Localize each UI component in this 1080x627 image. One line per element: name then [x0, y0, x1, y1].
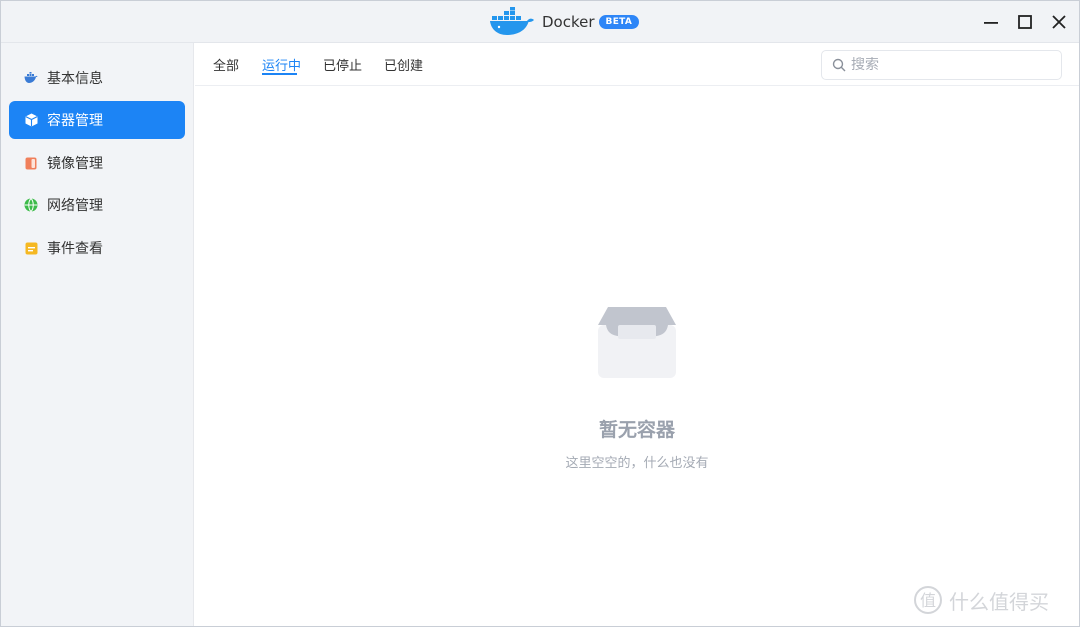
globe-icon — [24, 198, 38, 212]
sidebar-item-containers[interactable]: 容器管理 — [9, 101, 185, 139]
tab-all[interactable]: 全部 — [213, 55, 239, 74]
beta-badge: BETA — [598, 15, 640, 29]
minimize-button[interactable] — [976, 7, 1006, 37]
event-icon — [24, 241, 38, 255]
close-button[interactable] — [1044, 7, 1074, 37]
cube-icon — [24, 113, 38, 127]
svg-text:值: 值 — [920, 591, 936, 610]
image-icon — [24, 156, 38, 170]
empty-description: 这里空空的，什么也没有 — [565, 456, 709, 471]
watermark: 值 什么值得买 — [913, 585, 1049, 615]
docker-window: Docker BETA 基本信息 容器管理 镜像管理 网络管理 事件查看 全部 … — [0, 0, 1080, 627]
search-box[interactable] — [821, 50, 1062, 80]
sidebar-item-events[interactable]: 事件查看 — [9, 229, 185, 267]
minimize-icon — [984, 22, 998, 24]
tab-stopped[interactable]: 已停止 — [323, 55, 362, 74]
docker-logo-icon — [490, 7, 534, 35]
watermark-text: 什么值得买 — [949, 589, 1049, 614]
app-title: Docker — [542, 13, 595, 31]
sidebar-item-label: 基本信息 — [47, 71, 103, 87]
active-tab-indicator — [262, 73, 297, 75]
tab-running[interactable]: 运行中 — [262, 55, 301, 74]
watermark-logo-icon: 值 — [914, 586, 942, 614]
sidebar-item-label: 镜像管理 — [47, 156, 103, 172]
sidebar-item-network[interactable]: 网络管理 — [9, 186, 185, 224]
close-icon — [1052, 15, 1066, 29]
search-input[interactable] — [851, 57, 1051, 73]
title-group: Docker BETA — [489, 7, 640, 37]
sidebar-item-label: 网络管理 — [47, 198, 103, 214]
title-bar: Docker BETA — [1, 1, 1079, 43]
maximize-button[interactable] — [1010, 7, 1040, 37]
empty-title: 暂无容器 — [598, 419, 675, 441]
whale-icon — [24, 71, 38, 85]
empty-inbox-icon — [598, 307, 676, 378]
search-icon — [832, 58, 846, 72]
sidebar: 基本信息 容器管理 镜像管理 网络管理 事件查看 — [1, 43, 194, 626]
tab-created[interactable]: 已创建 — [384, 55, 423, 74]
sidebar-item-basic-info[interactable]: 基本信息 — [9, 59, 185, 97]
sidebar-item-label: 事件查看 — [47, 241, 103, 257]
sidebar-item-images[interactable]: 镜像管理 — [9, 144, 185, 182]
sidebar-item-label: 容器管理 — [47, 113, 103, 129]
maximize-icon — [1018, 15, 1032, 29]
